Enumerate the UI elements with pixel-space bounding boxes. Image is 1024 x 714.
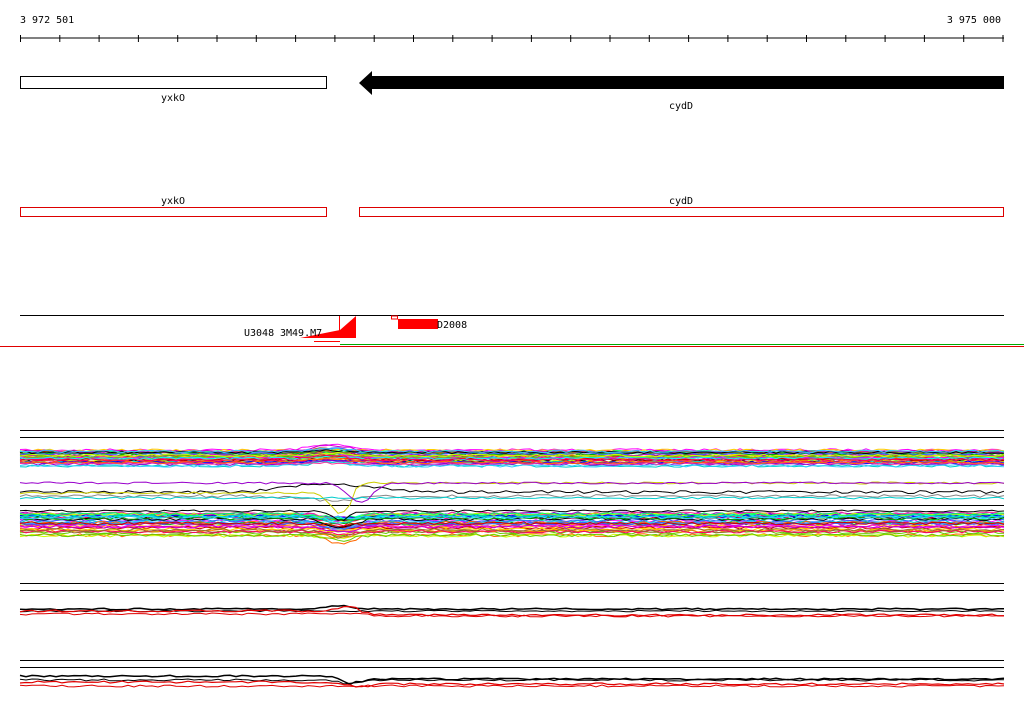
expression-trace xyxy=(19,604,1004,611)
annotation-yxko-box[interactable] xyxy=(20,207,327,217)
ruler-start-label: 3 972 501 xyxy=(20,15,74,26)
expression-profile-track-3 xyxy=(19,583,1005,618)
expression-trace xyxy=(19,481,1005,514)
expression-trace xyxy=(19,483,1005,495)
expression-trace xyxy=(19,674,1005,686)
feature-right-label: D2008 xyxy=(437,320,467,331)
feature-track: U3048 3M49.M7 D2008 xyxy=(0,315,1024,347)
expression-trace xyxy=(19,684,1005,688)
expression-trace xyxy=(19,496,1005,500)
gene-yxko-box[interactable] xyxy=(20,76,327,89)
annotation-cydd-box[interactable] xyxy=(359,207,1004,217)
feature-left-label: U3048 xyxy=(244,328,274,339)
feature-overlap-label: 3M49.M7 xyxy=(280,328,322,339)
coordinate-ruler: 3 972 501 3 975 000 xyxy=(20,15,1004,42)
annotation-cydd-label: cydD xyxy=(669,196,693,207)
annotation-track: yxkO cydD xyxy=(20,196,1004,217)
feature-right-block[interactable] xyxy=(398,319,438,329)
feature-right-marker xyxy=(391,315,398,320)
gene-track: yxkO cydD xyxy=(20,71,1004,112)
annotation-yxko-label: yxkO xyxy=(161,196,185,207)
genome-browser-view: 3 972 501 3 975 000 yxkO cydD yxkO cydD … xyxy=(0,15,1024,688)
gene-yxko-label: yxkO xyxy=(161,93,185,104)
ruler-end-label: 3 975 000 xyxy=(947,15,1001,26)
expression-profile-track-1 xyxy=(19,430,1005,514)
expression-profile-track-4 xyxy=(19,660,1005,688)
gene-cydd-label: cydD xyxy=(669,101,693,112)
gene-cydd-arrow[interactable] xyxy=(359,71,1004,95)
